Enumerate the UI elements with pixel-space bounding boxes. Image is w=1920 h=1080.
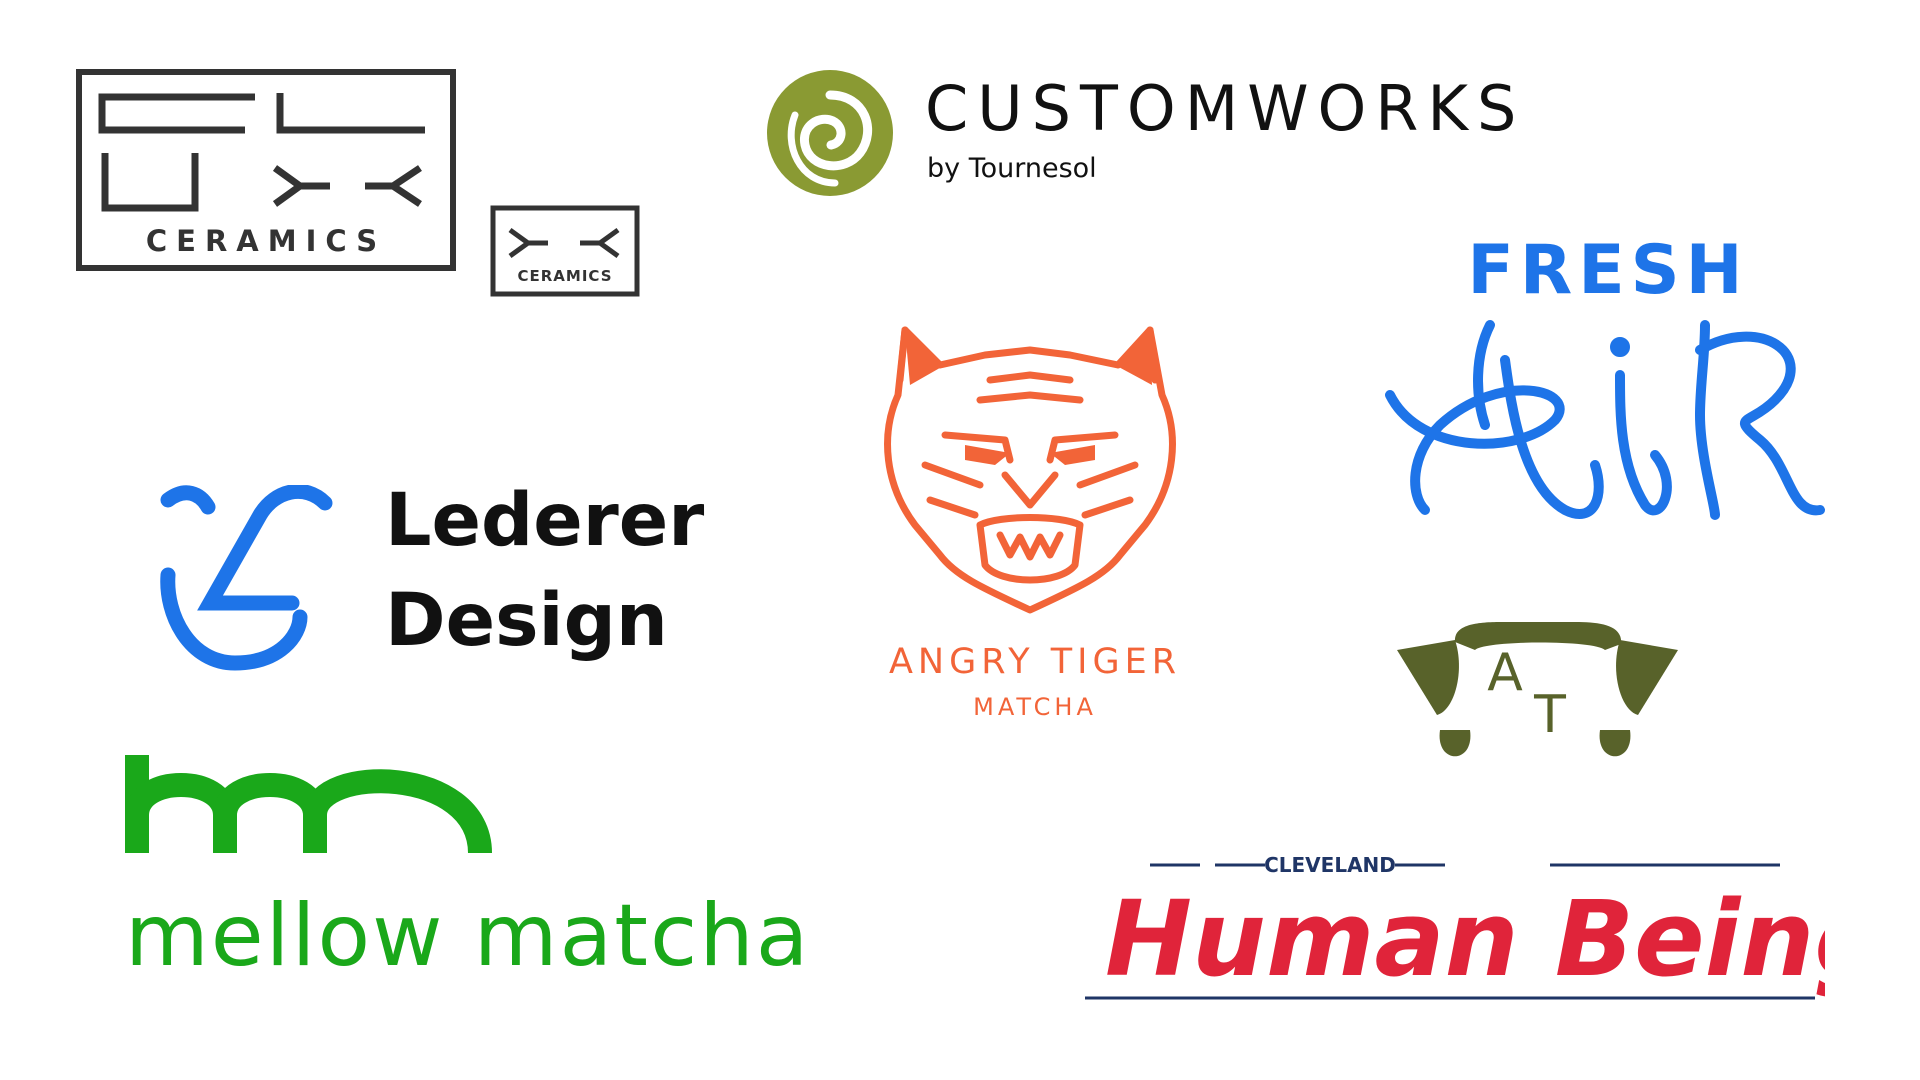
angry-tiger-line2: MATCHA — [973, 693, 1097, 721]
flux-small-icon — [508, 227, 620, 259]
human-beings-logo: CLEVELAND Human Beings — [1085, 853, 1825, 1000]
fresh-wordmark: FRESH — [1467, 231, 1748, 310]
flux-letterforms-icon — [98, 93, 425, 212]
angry-tiger-line1: ANGRY TIGER — [889, 642, 1181, 682]
angry-tiger-logo: ANGRY TIGER MATCHA — [884, 326, 1181, 721]
mellow-wordmark: mellow matcha — [125, 886, 810, 986]
flux-ceramics-logo: CERAMICS — [76, 69, 456, 271]
flux-small-wordmark: CERAMICS — [517, 267, 612, 285]
customworks-wordmark: CUSTOMWORKS — [925, 72, 1525, 145]
lederer-mark-icon — [160, 485, 333, 671]
at-letter-t: T — [1533, 685, 1566, 745]
at-mark-logo: A T — [1397, 622, 1678, 757]
at-letter-a: A — [1487, 643, 1523, 703]
air-script-icon — [1385, 320, 1825, 520]
flux-ceramics-small-logo: CERAMICS — [490, 205, 640, 297]
customworks-byline: by Tournesol — [927, 153, 1097, 184]
human-beings-wordmark: Human Beings — [1105, 878, 1825, 1000]
flux-wordmark: CERAMICS — [146, 224, 386, 258]
lederer-line1: Lederer — [385, 485, 704, 563]
lederer-line2: Design — [385, 578, 668, 663]
mm-monogram-icon — [125, 755, 492, 855]
customworks-logo: CUSTOMWORKS by Tournesol — [767, 70, 1525, 196]
mellow-matcha-logo: mellow matcha — [125, 755, 810, 986]
fresh-air-logo: FRESH — [1385, 231, 1825, 520]
cleveland-kicker: CLEVELAND — [1264, 853, 1396, 877]
lederer-design-logo: Lederer Design — [160, 485, 704, 671]
green-spiral-icon — [767, 70, 893, 196]
